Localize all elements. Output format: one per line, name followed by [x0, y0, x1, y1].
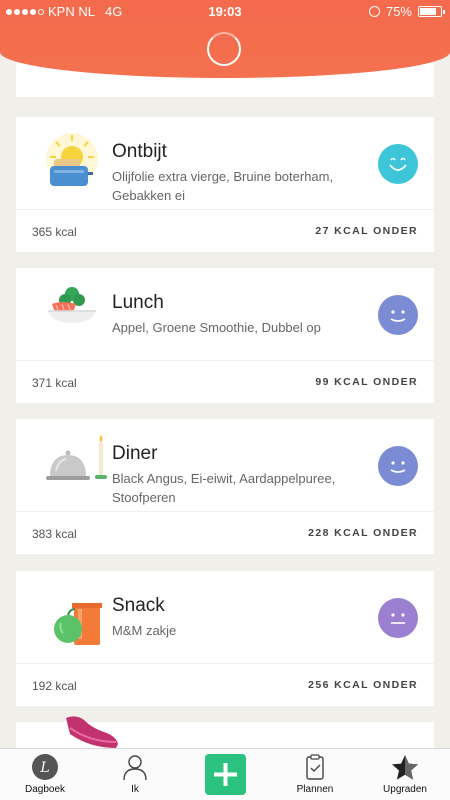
- content-face-icon[interactable]: [378, 446, 418, 486]
- rotation-lock-icon: [368, 6, 380, 17]
- battery-percent: 75%: [385, 4, 412, 19]
- apple-juice-icon: [34, 583, 110, 653]
- meal-kcal: 383 kcal: [32, 527, 77, 541]
- meal-title: Snack: [112, 595, 165, 616]
- tab-bar: L Dagboek Ik Plannen Upgraden: [0, 748, 450, 800]
- kcal-difference: 27 KCAL ONDER: [315, 225, 418, 237]
- clipboard-check-icon: [301, 753, 329, 786]
- tab-label: Upgraden: [383, 784, 427, 795]
- tab-upgrade[interactable]: Upgraden: [360, 749, 450, 800]
- meal-items: Olijfolie extra vierge, Bruine boterham,…: [112, 169, 334, 203]
- meal-footer: 371 kcal 99 KCAL ONDER: [16, 360, 434, 403]
- meal-items: Appel, Groene Smoothie, Dubbel op: [112, 320, 321, 335]
- star-icon: [390, 753, 420, 788]
- status-bar: KPN NL 4G 19:03 75%: [0, 0, 450, 22]
- salmon-plate-icon: [34, 280, 110, 350]
- tab-label: Plannen: [296, 784, 334, 795]
- meal-card-dinner[interactable]: Diner Black Angus, Ei-eiwit, Aardappelpu…: [16, 419, 434, 554]
- tab-label: Ik: [131, 784, 139, 795]
- kcal-difference: 228 KCAL ONDER: [308, 527, 418, 539]
- meal-title: Ontbijt: [112, 141, 167, 162]
- neutral-face-icon[interactable]: [378, 598, 418, 638]
- tab-plans[interactable]: Plannen: [270, 749, 360, 800]
- app-header: KPN NL 4G 19:03 75%: [0, 0, 450, 78]
- svg-text:L: L: [39, 760, 49, 776]
- meal-title: Diner: [112, 443, 158, 464]
- tab-me[interactable]: Ik: [90, 749, 180, 800]
- person-icon: [121, 753, 149, 786]
- loading-spinner-icon: [207, 32, 241, 66]
- meal-kcal: 365 kcal: [32, 225, 77, 239]
- meal-card-breakfast[interactable]: Ontbijt Olijfolie extra vierge, Bruine b…: [16, 117, 434, 252]
- meal-footer: 383 kcal 228 KCAL ONDER: [16, 511, 434, 554]
- toaster-sun-icon: [34, 129, 110, 199]
- meal-footer: 365 kcal 27 KCAL ONDER: [16, 209, 434, 252]
- plus-icon: [214, 763, 237, 786]
- kcal-difference: 99 KCAL ONDER: [315, 376, 418, 388]
- battery-icon: [418, 6, 445, 17]
- happy-face-icon[interactable]: [378, 144, 418, 184]
- meal-card-snack[interactable]: Snack M&M zakje 192 kcal 256 KCAL ONDER: [16, 571, 434, 706]
- running-shoe-icon: [66, 716, 118, 748]
- add-button[interactable]: [205, 754, 246, 795]
- cloche-candle-icon: [34, 431, 110, 501]
- meal-footer: 192 kcal 256 KCAL ONDER: [16, 663, 434, 706]
- tab-diary[interactable]: L Dagboek: [0, 749, 90, 800]
- meal-card-lunch[interactable]: Lunch Appel, Groene Smoothie, Dubbel op …: [16, 268, 434, 403]
- meal-kcal: 192 kcal: [32, 679, 77, 693]
- meal-title: Lunch: [112, 292, 164, 313]
- tab-label: Dagboek: [24, 784, 66, 795]
- content-face-icon[interactable]: [378, 295, 418, 335]
- kcal-difference: 256 KCAL ONDER: [308, 679, 418, 691]
- meal-items: Black Angus, Ei-eiwit, Aardappelpuree, S…: [112, 471, 336, 505]
- meal-kcal: 371 kcal: [32, 376, 77, 390]
- diary-icon: L: [31, 753, 59, 786]
- meal-items: M&M zakje: [112, 623, 177, 638]
